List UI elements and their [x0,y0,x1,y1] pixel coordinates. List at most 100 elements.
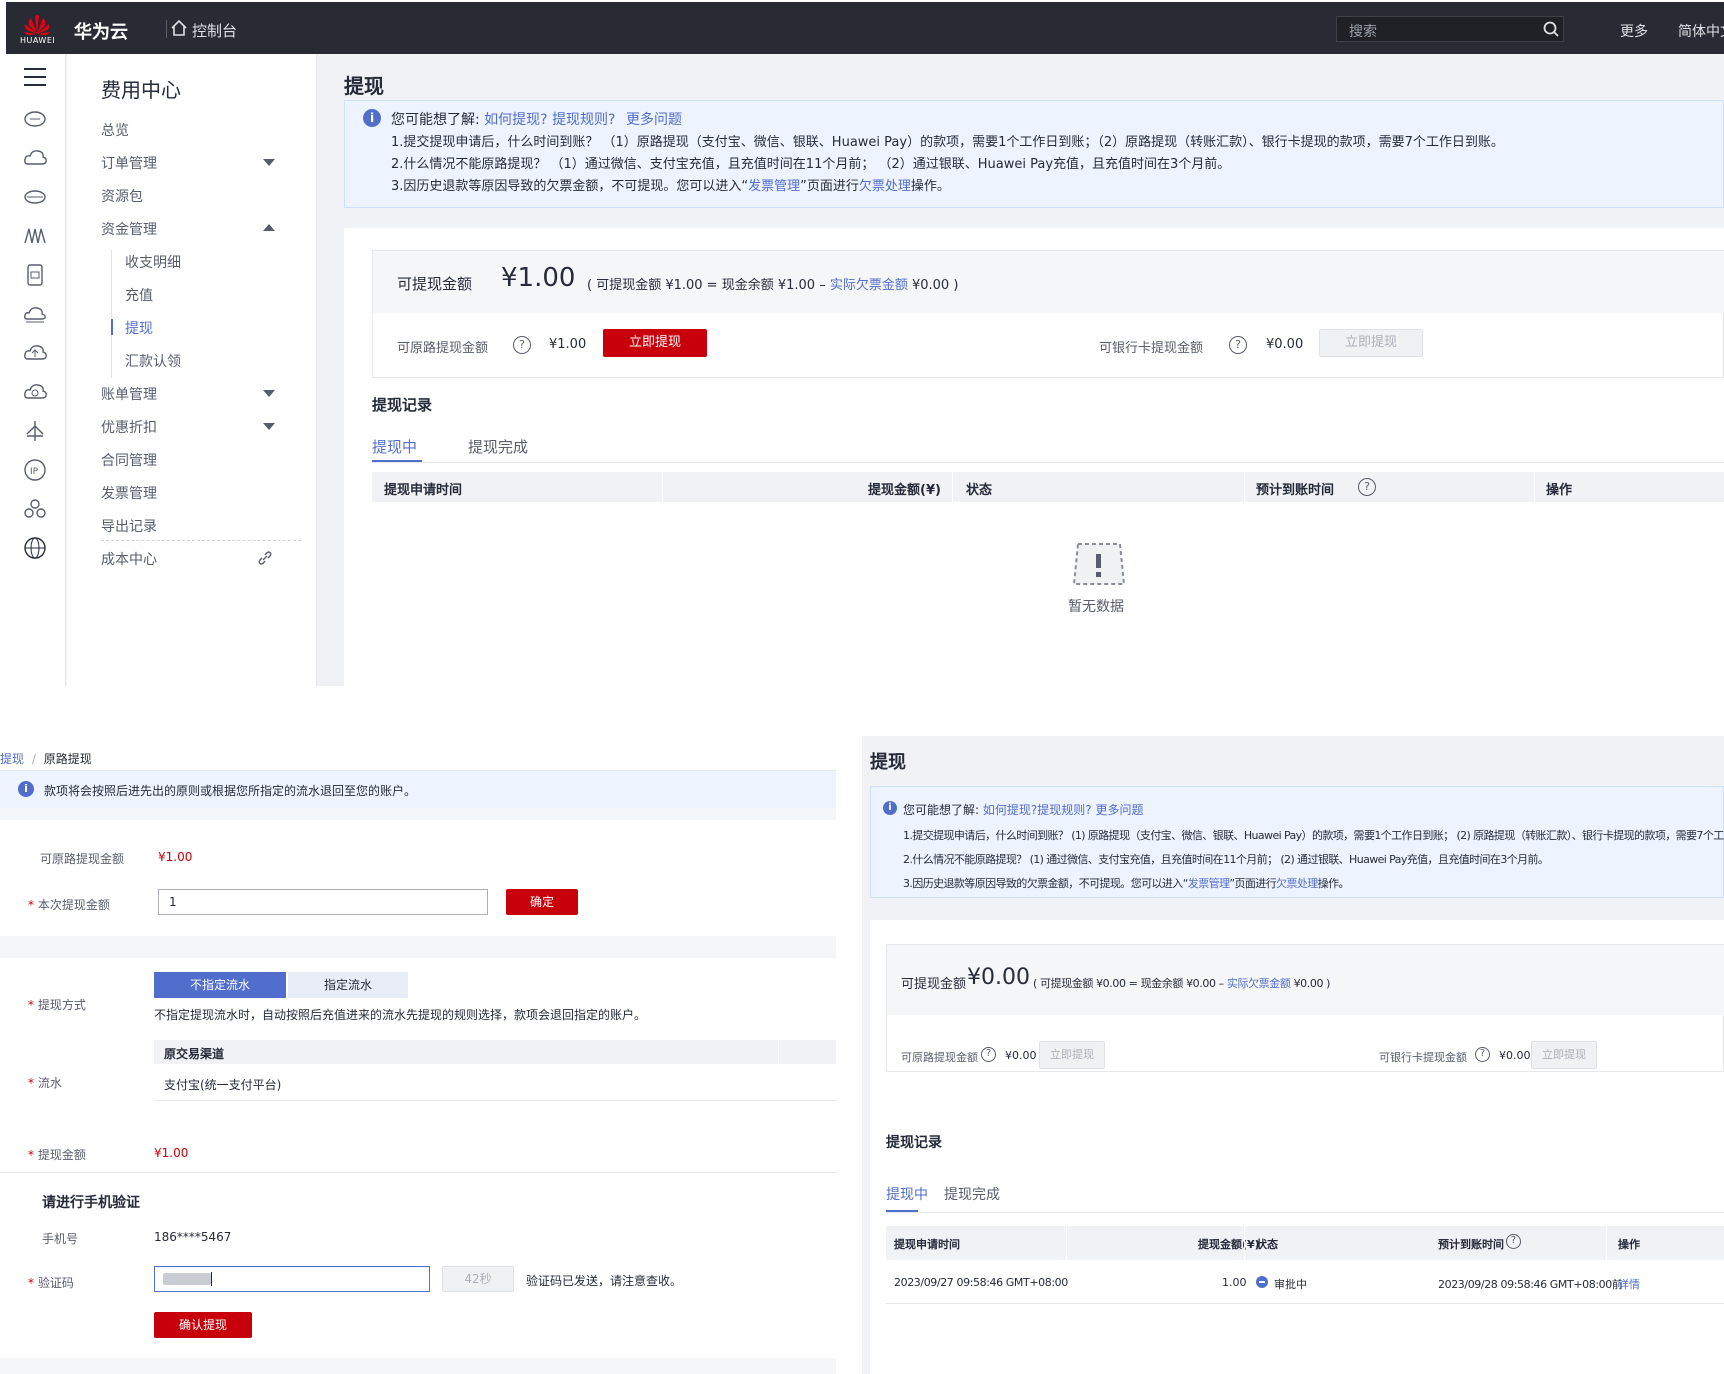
hamburger-menu-icon[interactable] [22,64,48,90]
this-amount-input[interactable]: 1 [158,889,488,915]
menu-sub-withdraw[interactable]: 提现 [125,318,153,338]
database-icon[interactable] [22,184,48,210]
formula-text: ¥0.00 ) [907,278,959,293]
link-more-questions[interactable]: 更多问题 [626,112,682,128]
row-details-link[interactable]: 详情 [1618,1276,1640,1292]
formula-text: ¥0.00 ) [1290,977,1331,990]
orig-route-label: 可原路提现金额 [901,1051,978,1064]
deploy-icon[interactable] [22,418,48,444]
more-menu[interactable]: 更多 [1620,21,1648,41]
menu-item-orders[interactable]: 订单管理 [101,153,157,173]
verification-code-input[interactable] [154,1266,430,1292]
link-how-to-withdraw[interactable]: 如何提现? [983,803,1037,817]
search-icon[interactable] [1543,21,1559,37]
link-more-questions[interactable]: 更多问题 [1095,803,1143,817]
chevron-down-icon[interactable] [263,390,275,397]
link-invoice-management[interactable]: 发票管理 [1188,877,1230,890]
console-link[interactable]: 控制台 [192,20,237,41]
storage-icon[interactable] [22,262,48,288]
link-how-to-withdraw[interactable]: 如何提现? [484,112,547,128]
menu-item-overview[interactable]: 总览 [101,120,129,140]
cloud-server-icon[interactable] [22,106,48,132]
withdraw-orig-button[interactable]: 立即提现 [1039,1041,1105,1069]
phone-value: 186****5467 [154,1230,232,1244]
help-icon[interactable]: ? [513,336,531,354]
withdraw-orig-button[interactable]: 立即提现 [603,329,707,357]
cloud-upload-icon[interactable] [22,340,48,366]
top-navbar: HUAWEI 华为云 控制台 搜索 更多 简体中文 [6,2,1724,54]
link-invoice-management[interactable]: 发票管理 [748,179,800,194]
search-input[interactable]: 搜索 [1336,16,1564,42]
brand-name[interactable]: 华为云 [74,18,128,44]
tip-line-1: 1.提交提现申请后，什么时间到账？ (1) 原路提现（支付宝、微信、银联、Hua… [903,829,1724,842]
menu-sub-topup[interactable]: 充值 [125,285,153,305]
records-title: 提现记录 [372,396,433,414]
flow-label: * 流水 [28,1076,62,1090]
menu-sub-remittance-claim[interactable]: 汇款认领 [125,351,181,371]
menu-item-bills[interactable]: 账单管理 [101,384,157,404]
tab-completed[interactable]: 提现完成 [468,436,528,457]
orig-route-label: 可原路提现金额 [397,341,489,356]
option-unspecified-flow[interactable]: 不指定流水 [154,972,286,998]
tab-in-progress[interactable]: 提现中 [886,1184,928,1204]
help-icon[interactable]: ? [981,1047,996,1062]
info-banner: i 款项将会按照后进先出的原则或根据您所指定的流水退回至您的账户。 [0,770,836,808]
withdraw-bank-button[interactable]: 立即提现 [1531,1041,1597,1069]
breadcrumb-withdraw[interactable]: 提现 [0,752,24,766]
tip-line-3: 3.因历史退款等原因导致的欠票金额，不可提现。您可以进入“发票管理”页面进行欠票… [391,175,950,194]
chevron-down-icon[interactable] [263,423,275,430]
empty-state-icon [1072,543,1126,585]
option-specified-flow[interactable]: 指定流水 [288,972,408,998]
cloud-icon[interactable] [22,145,48,171]
link-actual-owed-invoice[interactable]: 实际欠票金额 [1227,977,1291,990]
globe-icon[interactable] [22,535,48,561]
help-icon[interactable]: ? [1475,1047,1490,1062]
menu-item-invoices[interactable]: 发票管理 [101,483,157,503]
external-link-icon[interactable] [257,550,273,566]
flow-label-text: 流水 [37,1076,62,1090]
help-icon[interactable]: ? [1358,478,1376,496]
chevron-down-icon[interactable] [263,159,275,166]
ip-icon[interactable]: IP [22,457,48,483]
link-withdraw-rules[interactable]: 提现规则? [1037,803,1091,817]
tip-line-3-text: 3.因历史退款等原因导致的欠票金额，不可提现。您可以进入“ [391,179,749,194]
menu-item-funds[interactable]: 资金管理 [101,219,157,239]
link-actual-owed-invoice[interactable]: 实际欠票金额 [830,278,908,293]
chevron-up-icon[interactable] [263,224,275,231]
link-owed-invoice[interactable]: 欠票处理 [859,179,911,194]
home-icon[interactable] [170,19,188,37]
menu-item-exports[interactable]: 导出记录 [101,516,157,536]
tab-in-progress[interactable]: 提现中 [372,436,417,457]
menu-item-cost-center[interactable]: 成本中心 [101,549,157,569]
link-withdraw-rules[interactable]: 提现规则? [552,112,615,128]
menu-item-resource-packages[interactable]: 资源包 [101,186,143,206]
confirm-amount-button[interactable]: 确定 [506,889,578,915]
menu-item-discounts[interactable]: 优惠折扣 [101,417,157,437]
col-eta: 预计到账时间 [1256,483,1335,498]
flow-channel-value[interactable]: 支付宝(统一支付平台) [164,1076,281,1093]
tip-intro: 您可能想了解: [903,803,980,817]
bank-card-label: 可银行卡提现金额 [1099,341,1204,356]
link-owed-invoice[interactable]: 欠票处理 [1276,877,1318,890]
table-row: 2023/09/27 09:58:46 GMT+08:00 1.00 审批中 2… [886,1260,1724,1304]
confirm-withdraw-button[interactable]: 确认提现 [154,1312,252,1338]
menu-sub-transactions[interactable]: 收支明细 [125,252,181,272]
cluster-icon[interactable] [22,496,48,522]
info-icon: i [883,801,897,815]
language-switch[interactable]: 简体中文 [1678,21,1724,41]
tab-completed[interactable]: 提现完成 [944,1184,1000,1204]
resend-countdown-button[interactable]: 42秒 [442,1266,514,1292]
network-icon[interactable] [22,223,48,249]
help-icon[interactable]: ? [1506,1234,1521,1249]
divider [166,20,167,38]
cloud-sync-icon[interactable] [22,379,48,405]
menu-item-contracts[interactable]: 合同管理 [101,450,157,470]
col-apply-time: 提现申请时间 [894,1238,960,1251]
withdraw-bank-button[interactable]: 立即提现 [1319,329,1423,357]
cloud-stack-icon[interactable] [22,301,48,327]
help-icon[interactable]: ? [1229,336,1247,354]
tip-intro-line: 您可能想了解: 如何提现? 提现规则? 更多问题 [391,109,682,129]
col-action: 操作 [1618,1238,1640,1251]
tip-line-2: 2.什么情况不能原路提现？ （1）通过微信、支付宝充值，且充值时间在11个月前；… [391,157,1231,172]
phone-label: 手机号 [42,1232,79,1246]
